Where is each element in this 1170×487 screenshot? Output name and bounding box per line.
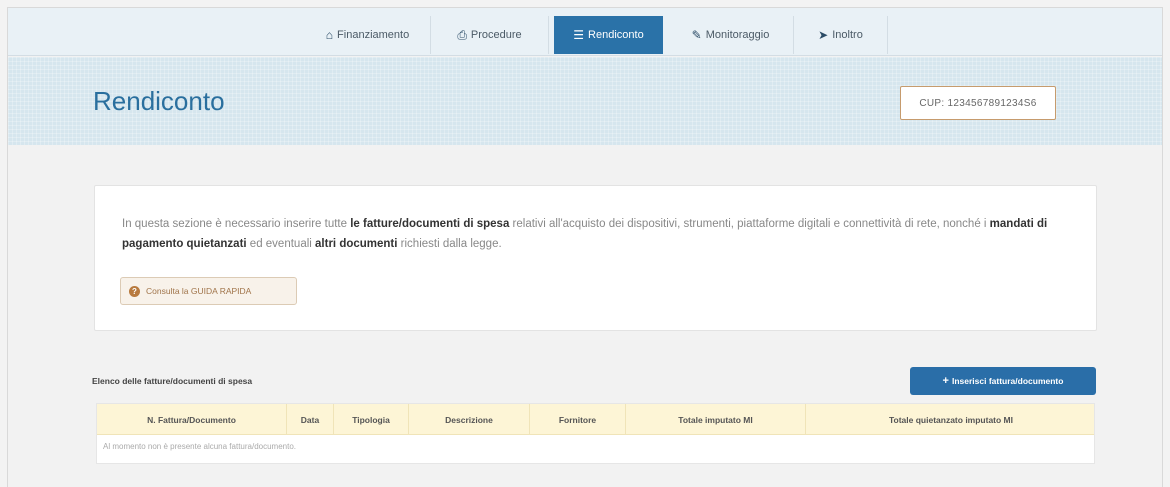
add-document-label: Inserisci fattura/documento bbox=[951, 376, 1064, 386]
nav-label: Rendiconto bbox=[588, 29, 644, 41]
guide-button-label: Consulta la GUIDA RAPIDA bbox=[146, 286, 252, 296]
nav-label: Inoltro bbox=[832, 29, 863, 41]
home-icon: ⌂ bbox=[325, 28, 334, 42]
column-header[interactable]: Totale quietanzato imputato MI bbox=[806, 404, 1096, 435]
info-text-bold: le fatture/documenti di spesa bbox=[350, 218, 510, 230]
column-header[interactable]: N. Fattura/Documento bbox=[97, 404, 287, 435]
procedure-icon: ⎙ bbox=[457, 27, 467, 42]
guide-button[interactable]: ? Consulta la GUIDA RAPIDA bbox=[120, 277, 297, 305]
column-header[interactable]: Descrizione bbox=[409, 404, 530, 435]
cup-badge: CUP: 1234567891234S6 bbox=[900, 86, 1056, 120]
info-text: In questa sezione è necessario inserire … bbox=[122, 214, 1082, 254]
column-header[interactable]: Tipologia bbox=[334, 404, 409, 435]
question-icon: ? bbox=[129, 285, 140, 297]
info-panel: In questa sezione è necessario inserire … bbox=[94, 185, 1097, 331]
send-icon: ➤ bbox=[818, 28, 829, 42]
column-header[interactable]: Totale imputato MI bbox=[626, 404, 806, 435]
nav-label: Procedure bbox=[470, 29, 522, 41]
nav-rendiconto[interactable]: ☰ Rendiconto bbox=[554, 16, 663, 54]
table-header: N. Fattura/Documento Data Tipologia Desc… bbox=[97, 404, 1094, 435]
header-banner: Rendiconto CUP: 1234567891234S6 bbox=[8, 57, 1162, 145]
top-navigation: ⌂ Finanziamento ⎙ Procedure ☰ Rendiconto… bbox=[8, 8, 1162, 56]
nav-monitoraggio[interactable]: ✎ Monitoraggio bbox=[668, 16, 794, 54]
column-header[interactable]: Fornitore bbox=[530, 404, 626, 435]
info-text-part: richiesti dalla legge. bbox=[397, 238, 502, 250]
nav-procedure[interactable]: ⎙ Procedure bbox=[431, 16, 549, 54]
page-title: Rendiconto bbox=[93, 86, 225, 116]
info-text-bold: altri documenti bbox=[315, 238, 398, 250]
documents-table: N. Fattura/Documento Data Tipologia Desc… bbox=[96, 403, 1095, 464]
nav-label: Monitoraggio bbox=[705, 29, 770, 41]
nav-label: Finanziamento bbox=[337, 29, 410, 41]
add-document-button[interactable]: + Inserisci fattura/documento bbox=[910, 367, 1096, 395]
nav-finanziamento[interactable]: ⌂ Finanziamento bbox=[305, 16, 431, 54]
edit-icon: ✎ bbox=[691, 28, 702, 42]
nav-inoltro[interactable]: ➤ Inoltro bbox=[794, 16, 888, 54]
info-text-part: In questa sezione è necessario inserire … bbox=[122, 218, 351, 230]
list-title: Elenco delle fatture/documenti di spesa bbox=[92, 376, 253, 386]
app-frame: ⌂ Finanziamento ⎙ Procedure ☰ Rendiconto… bbox=[7, 7, 1163, 487]
plus-icon: + bbox=[942, 375, 949, 387]
info-text-part: relativi all'acquisto dei dispositivi, s… bbox=[509, 218, 990, 230]
empty-table-message: Al momento non è presente alcuna fattura… bbox=[103, 442, 297, 451]
column-header[interactable]: Data bbox=[287, 404, 334, 435]
info-text-part: ed eventuali bbox=[246, 238, 316, 250]
report-icon: ☰ bbox=[573, 28, 585, 42]
